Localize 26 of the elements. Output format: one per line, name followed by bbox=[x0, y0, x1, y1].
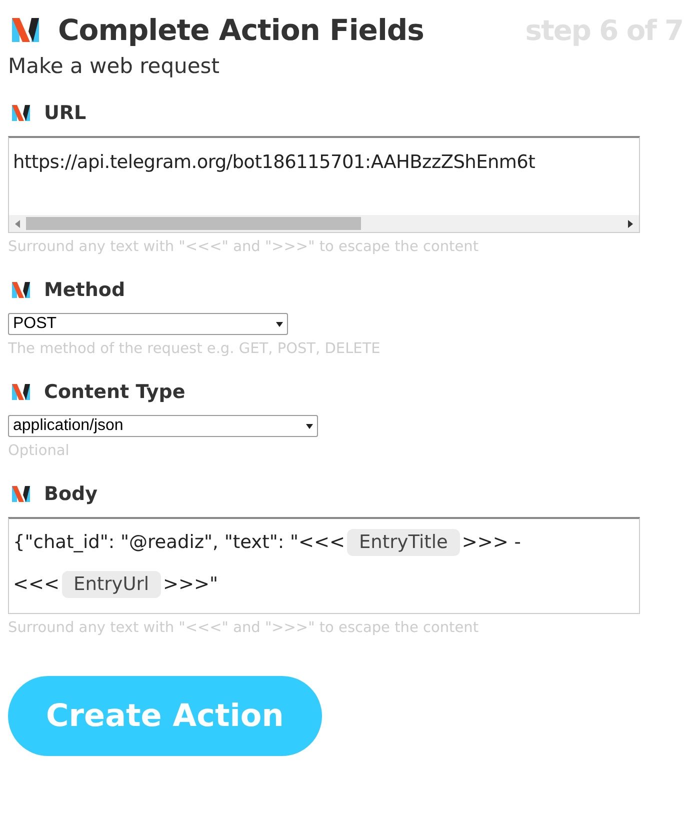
m-logo-icon bbox=[12, 384, 32, 400]
scrollbar[interactable] bbox=[9, 215, 639, 232]
field-label: Content Type bbox=[44, 381, 186, 403]
page-title: Complete Action Fields bbox=[58, 13, 424, 47]
m-logo-icon bbox=[12, 105, 32, 121]
body-text: {"chat_id": "@readiz", "text": "<<< bbox=[13, 532, 345, 552]
dropdown[interactable]: POST bbox=[8, 313, 288, 335]
subtitle: Make a web request bbox=[8, 54, 220, 78]
dropdown[interactable]: application/json bbox=[8, 415, 318, 437]
ingredient-tag[interactable]: EntryTitle bbox=[346, 528, 460, 556]
scroll-left-icon[interactable] bbox=[15, 220, 20, 228]
field-label: Body bbox=[44, 483, 98, 505]
caret-icon bbox=[276, 322, 283, 326]
m-logo-icon bbox=[12, 486, 32, 502]
m-logo-icon bbox=[12, 282, 32, 298]
m-logo-icon bbox=[12, 18, 42, 42]
caret-icon bbox=[306, 424, 313, 428]
ingredient-tag[interactable]: EntryUrl bbox=[62, 570, 162, 598]
field-label: URL bbox=[44, 102, 86, 124]
url-field[interactable]: https://api.telegram.org/bot186115701:AAHBzzZShEnm6t bbox=[8, 136, 640, 233]
body-text: <<< bbox=[13, 574, 60, 594]
body-text: >>> - bbox=[462, 532, 521, 552]
body-text: >>>" bbox=[163, 574, 218, 594]
body-field[interactable]: {"chat_id": "@readiz", "text": "<<< EntryTitle >>> - <<< EntryUrl >>>" bbox=[8, 517, 640, 614]
scroll-right-icon[interactable] bbox=[628, 220, 633, 228]
field-label: Method bbox=[44, 279, 126, 301]
